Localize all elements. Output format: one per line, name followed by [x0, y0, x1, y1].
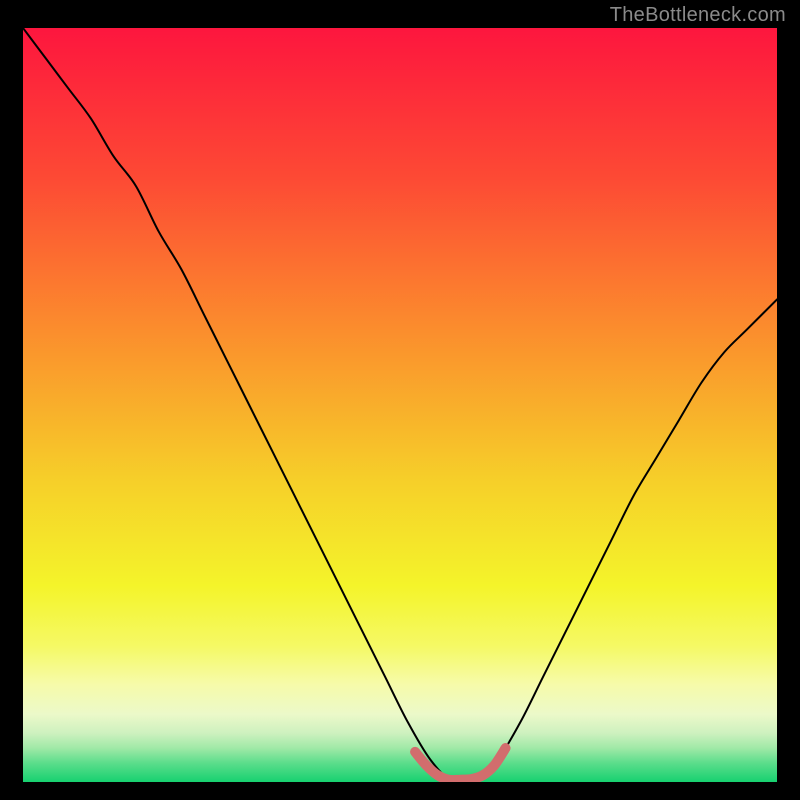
- watermark-text: TheBottleneck.com: [610, 4, 786, 27]
- chart-plot: [23, 28, 777, 782]
- chart-svg: [23, 28, 777, 782]
- chart-frame: TheBottleneck.com: [0, 0, 800, 800]
- chart-background: [23, 28, 777, 782]
